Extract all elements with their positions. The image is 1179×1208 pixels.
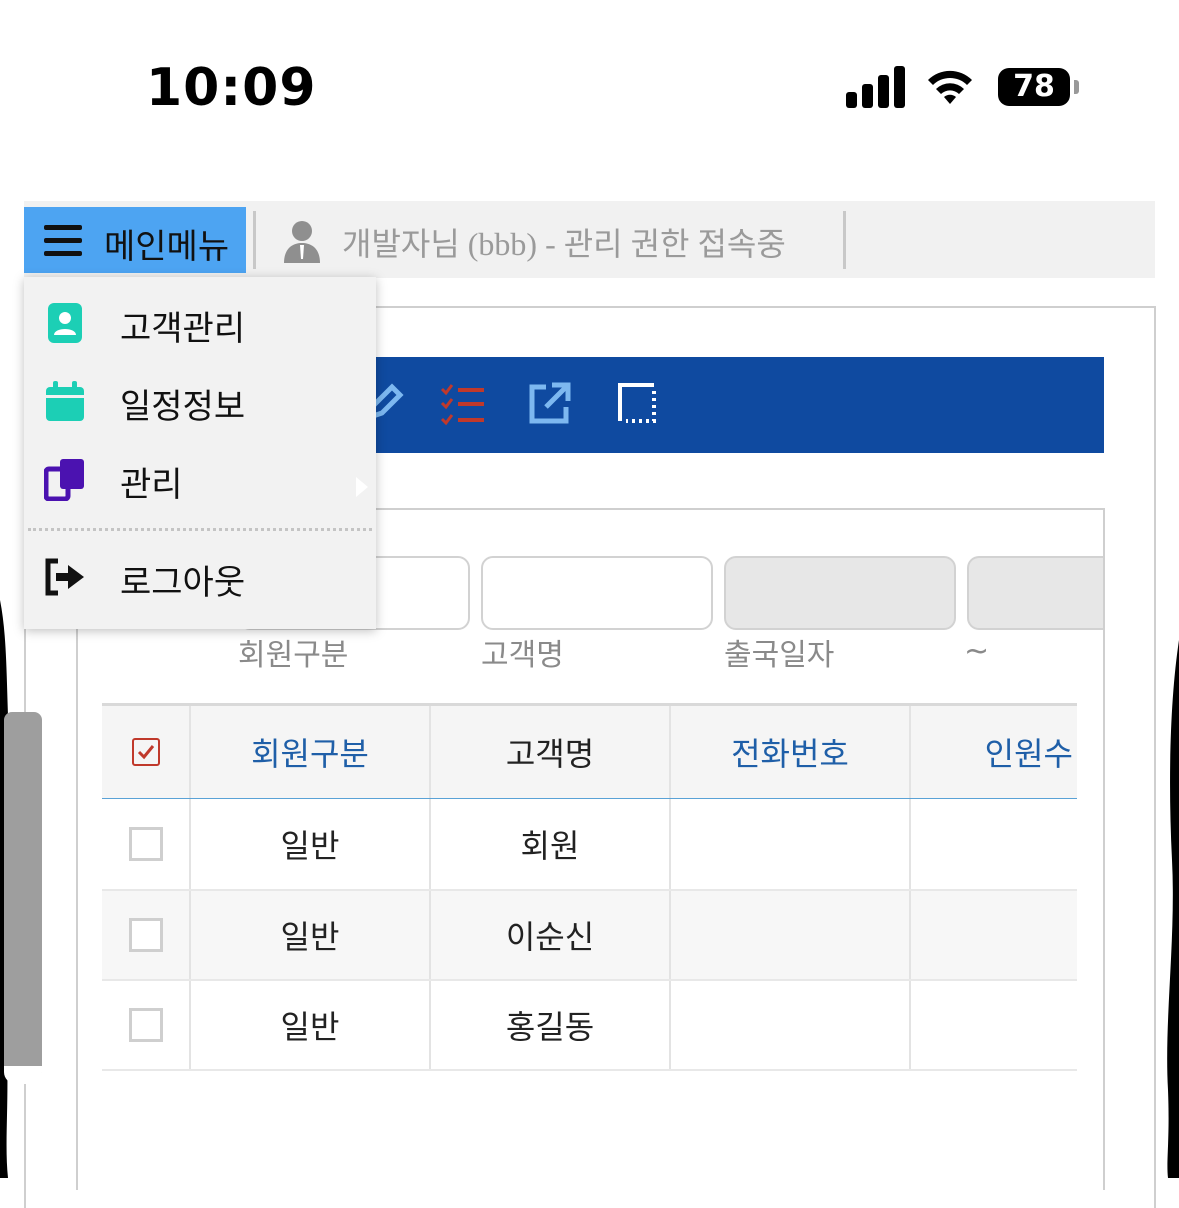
battery-icon: 78 xyxy=(998,68,1070,106)
menu-item-label: 로그아웃 xyxy=(120,563,246,603)
top-bar: 메인메뉴 개발자님 (bbb) - 관리 권한 접속중 xyxy=(24,201,1155,278)
grid-header: 회원구분 고객명 전화번호 인원수 xyxy=(102,703,1077,802)
contact-card-icon xyxy=(48,303,82,343)
header-member-type[interactable]: 회원구분 xyxy=(191,706,431,798)
checklist-icon[interactable] xyxy=(440,381,486,427)
menu-item-customers[interactable]: 고객관리 xyxy=(24,287,376,357)
select-area-icon[interactable] xyxy=(616,381,662,427)
header-headcount[interactable]: 인원수 xyxy=(911,706,1077,798)
vertical-scrollbar[interactable] xyxy=(4,712,42,1082)
row-checkbox[interactable] xyxy=(128,1008,163,1042)
departure-date-from-input[interactable] xyxy=(724,556,956,630)
copy-icon xyxy=(44,459,84,501)
departure-date-to-input[interactable] xyxy=(967,556,1103,630)
filter-label-range: ~ xyxy=(964,634,990,669)
cell-headcount xyxy=(911,891,1077,979)
status-icons: 78 xyxy=(846,64,1086,110)
cell-customer-name: 회원 xyxy=(431,799,671,889)
hamburger-icon xyxy=(44,225,82,257)
menu-item-label: 관리 xyxy=(120,465,183,505)
cell-member-type: 일반 xyxy=(191,981,431,1069)
header-select-all[interactable] xyxy=(102,706,191,798)
external-link-icon[interactable] xyxy=(526,381,572,427)
customer-name-input[interactable] xyxy=(481,556,713,630)
table-row[interactable]: 일반 이순신 xyxy=(102,891,1077,981)
menu-item-schedule[interactable]: 일정정보 xyxy=(24,365,376,435)
select-all-checkbox[interactable] xyxy=(131,738,160,766)
battery-cap xyxy=(1074,80,1079,94)
status-time: 10:09 xyxy=(146,58,317,118)
wifi-icon xyxy=(928,70,972,104)
filter-label-member-type: 회원구분 xyxy=(238,638,349,673)
divider xyxy=(843,211,846,269)
cell-phone xyxy=(671,981,911,1069)
cell-customer-name: 홍길동 xyxy=(431,981,671,1069)
user-session-text: 개발자님 (bbb) - 관리 권한 접속중 xyxy=(342,226,786,262)
menu-item-label: 일정정보 xyxy=(120,387,246,427)
main-menu-button[interactable]: 메인메뉴 xyxy=(24,207,246,273)
main-menu-label: 메인메뉴 xyxy=(104,227,230,267)
header-phone[interactable]: 전화번호 xyxy=(671,706,911,798)
menu-item-label: 고객관리 xyxy=(120,309,246,349)
header-customer-name[interactable]: 고객명 xyxy=(431,706,671,798)
cell-headcount xyxy=(911,981,1077,1069)
submenu-arrow-icon xyxy=(356,477,368,497)
scrollbar-base xyxy=(4,1066,42,1084)
filter-label-customer-name: 고객명 xyxy=(481,638,564,673)
divider xyxy=(253,211,256,269)
filter-label-departure-date: 출국일자 xyxy=(724,638,835,673)
cell-headcount xyxy=(911,799,1077,889)
main-menu-dropdown: 고객관리 일정정보 관리 로그아웃 xyxy=(24,277,376,629)
table-row[interactable]: 일반 홍길동 xyxy=(102,981,1077,1071)
table-row[interactable]: 일반 회원 xyxy=(102,799,1077,891)
menu-item-logout[interactable]: 로그아웃 xyxy=(24,541,376,611)
user-icon xyxy=(284,221,320,263)
calendar-icon xyxy=(46,381,84,421)
menu-divider xyxy=(28,528,372,531)
cell-customer-name: 이순신 xyxy=(431,891,671,979)
cell-member-type: 일반 xyxy=(191,799,431,889)
signal-icon xyxy=(846,64,906,108)
cell-phone xyxy=(671,891,911,979)
logout-icon xyxy=(45,558,84,596)
action-toolbar xyxy=(310,357,1104,453)
row-checkbox[interactable] xyxy=(128,827,163,861)
row-checkbox[interactable] xyxy=(128,918,163,952)
cell-member-type: 일반 xyxy=(191,891,431,979)
cell-phone xyxy=(671,799,911,889)
menu-item-admin[interactable]: 관리 xyxy=(24,443,376,513)
